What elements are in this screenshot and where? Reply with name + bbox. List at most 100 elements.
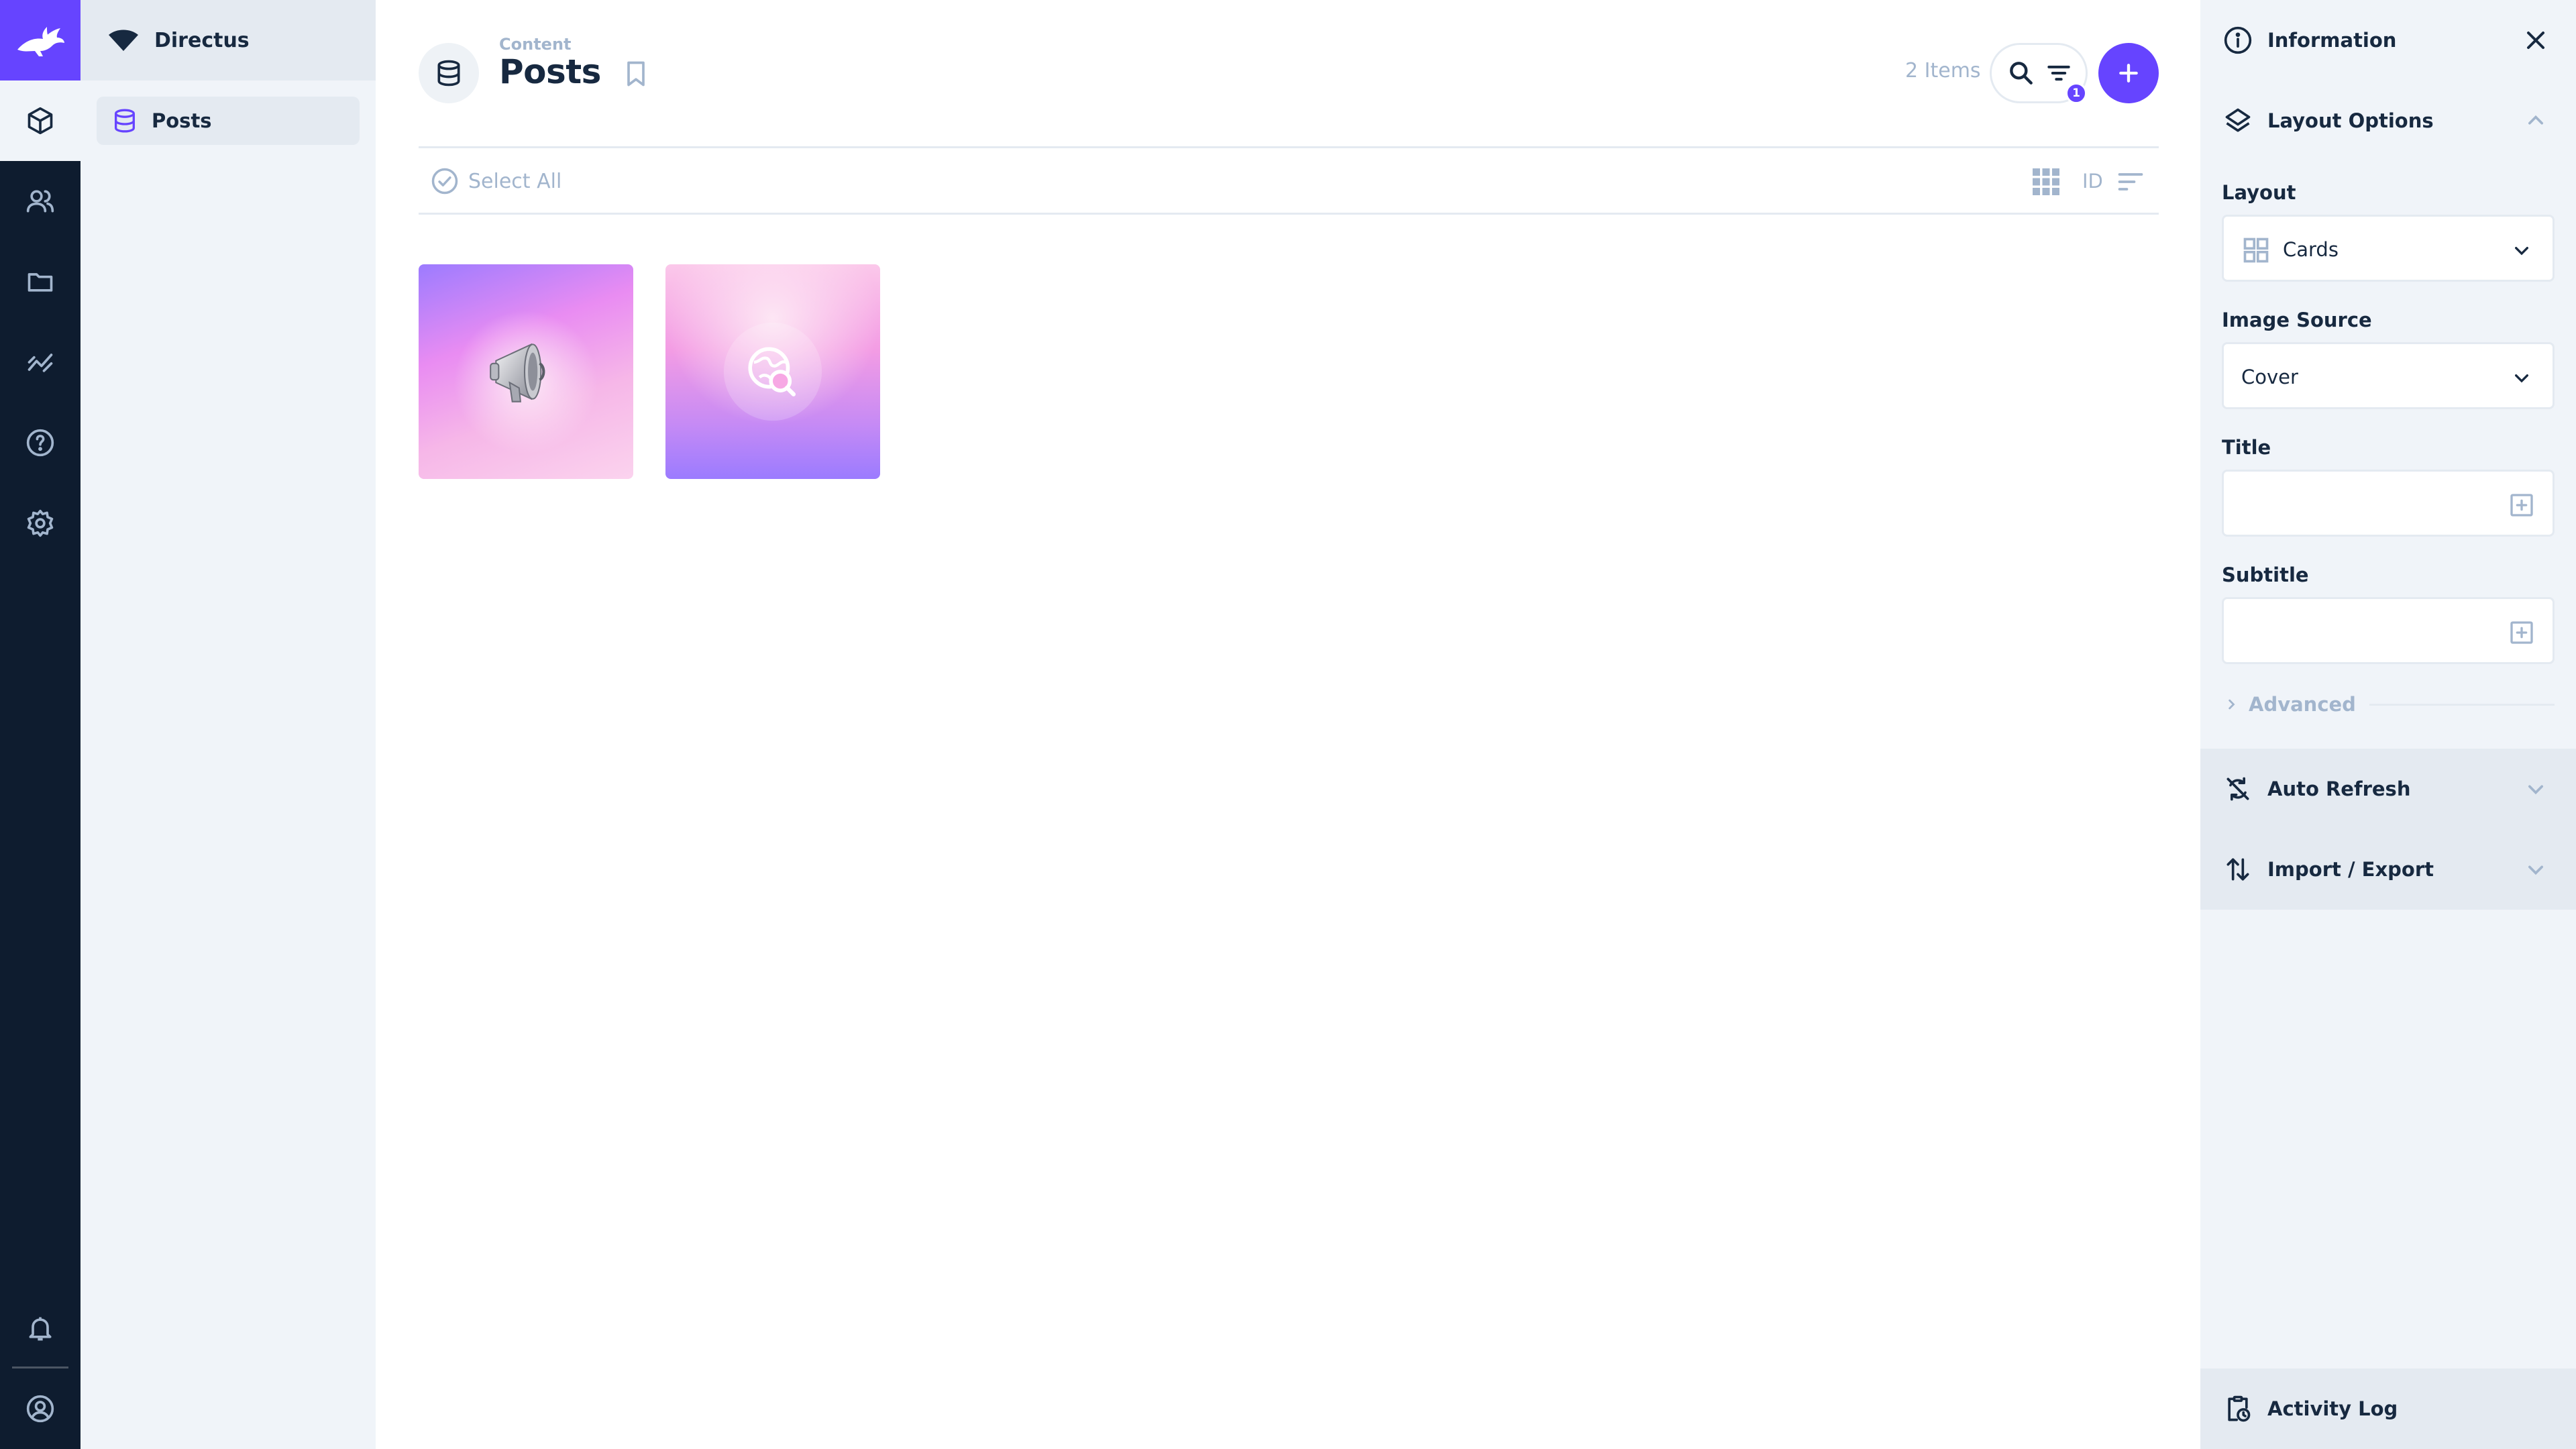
sidebar-layout-options-label: Layout Options xyxy=(2267,109,2434,132)
sidebar-import-export[interactable]: Import / Export xyxy=(2200,829,2576,910)
title-label: Title xyxy=(2222,436,2271,459)
sort-icon xyxy=(2118,173,2143,191)
breadcrumb[interactable]: Content xyxy=(499,35,572,54)
user-account-icon xyxy=(26,1395,54,1423)
insights-icon xyxy=(28,354,53,372)
cards-layout-icon xyxy=(2243,237,2269,263)
module-content[interactable] xyxy=(0,80,80,161)
card-image xyxy=(419,264,633,479)
module-bar xyxy=(0,0,80,1449)
add-field-icon[interactable] xyxy=(2508,492,2535,519)
collapse-button[interactable] xyxy=(2521,106,2551,136)
module-settings[interactable] xyxy=(0,483,80,564)
activity-log-icon xyxy=(2228,1395,2251,1422)
sidebar-auto-refresh[interactable]: Auto Refresh xyxy=(2200,749,2576,829)
close-sidebar-button[interactable] xyxy=(2521,25,2551,55)
sort-direction-button[interactable] xyxy=(2116,167,2145,197)
chevron-right-icon xyxy=(2229,699,2235,710)
item-card[interactable] xyxy=(419,264,633,479)
add-field-icon[interactable] xyxy=(2508,619,2535,646)
module-users[interactable] xyxy=(0,161,80,241)
chevron-down-icon xyxy=(2515,247,2528,256)
database-icon xyxy=(115,109,135,133)
rabbit-logo-icon xyxy=(17,27,64,56)
nav-item-label: Posts xyxy=(152,109,212,132)
filter-icon xyxy=(2047,65,2070,81)
advanced-divider xyxy=(2369,703,2555,706)
search-icon xyxy=(2010,62,2033,85)
image-source-select[interactable]: Cover xyxy=(2222,342,2555,409)
filter-count-badge: 1 xyxy=(2065,83,2087,104)
content-icon xyxy=(28,107,53,135)
cards-toolbar: Select All ID xyxy=(419,146,2159,215)
advanced-label: Advanced xyxy=(2249,693,2356,716)
layout-value: Cards xyxy=(2283,238,2339,261)
item-count: 2 Items xyxy=(1905,59,1981,83)
create-item-button[interactable] xyxy=(2098,43,2159,103)
directus-logo[interactable] xyxy=(0,0,80,80)
check-circle-icon xyxy=(431,168,458,195)
database-icon xyxy=(437,60,460,87)
module-files[interactable] xyxy=(0,241,80,322)
sidebar-activity-log-label: Activity Log xyxy=(2267,1397,2398,1420)
chevron-down-icon xyxy=(2528,865,2543,875)
layout-options-panel: Layout Cards Image Source Cover Title Su… xyxy=(2200,161,2576,749)
title-template-input[interactable] xyxy=(2222,470,2555,537)
page-title: Posts xyxy=(499,52,601,91)
project-name: Directus xyxy=(154,28,250,52)
subtitle-label: Subtitle xyxy=(2222,564,2309,586)
grid-icon xyxy=(2033,168,2059,195)
notifications-icon xyxy=(29,1317,52,1341)
search-filter-pill: 1 xyxy=(1990,43,2088,104)
filter-button[interactable] xyxy=(2044,58,2074,88)
bookmark-button[interactable] xyxy=(621,59,651,89)
layers-icon xyxy=(2225,108,2251,132)
close-icon xyxy=(2526,31,2545,50)
sidebar-auto-refresh-label: Auto Refresh xyxy=(2267,777,2411,800)
navigation-pane: Directus Posts xyxy=(80,0,376,1449)
plus-icon xyxy=(2119,64,2138,83)
expand-button[interactable] xyxy=(2521,855,2551,884)
card-size-button[interactable] xyxy=(2030,166,2062,198)
project-header[interactable]: Directus xyxy=(80,0,376,80)
advanced-toggle[interactable]: Advanced xyxy=(2222,691,2555,718)
expand-button[interactable] xyxy=(2521,774,2551,804)
subtitle-template-input[interactable] xyxy=(2222,597,2555,664)
notifications-button[interactable] xyxy=(0,1288,80,1368)
image-source-label: Image Source xyxy=(2222,309,2372,331)
layout-select[interactable]: Cards xyxy=(2222,215,2555,282)
wifi-icon xyxy=(109,30,138,51)
megaphone-icon xyxy=(490,343,545,402)
nav-item-posts[interactable]: Posts xyxy=(97,97,360,145)
search-button[interactable] xyxy=(2006,58,2036,88)
user-account-button[interactable] xyxy=(0,1368,80,1449)
collection-icon-button[interactable] xyxy=(419,43,479,103)
users-icon xyxy=(26,190,54,213)
module-insights[interactable] xyxy=(0,322,80,402)
sync-disabled-icon xyxy=(2226,777,2249,801)
help-icon xyxy=(26,429,54,457)
chevron-down-icon xyxy=(2528,785,2543,795)
sidebar-information[interactable]: Information xyxy=(2200,0,2576,80)
layout-label: Layout xyxy=(2222,181,2296,204)
info-icon xyxy=(2224,26,2252,54)
select-all-button[interactable]: Select All xyxy=(431,167,561,195)
import-export-icon xyxy=(2226,858,2249,881)
sidebar-information-label: Information xyxy=(2267,29,2397,52)
globe-search-icon xyxy=(723,322,822,421)
sidebar: Information Layout Options Layout Cards xyxy=(2200,0,2576,1449)
sidebar-layout-options[interactable]: Layout Options xyxy=(2200,80,2576,161)
module-help[interactable] xyxy=(0,402,80,483)
item-card[interactable] xyxy=(665,264,880,479)
bookmark-icon xyxy=(627,61,645,87)
files-icon xyxy=(28,273,53,292)
chevron-down-icon xyxy=(2515,374,2528,383)
sidebar-activity-log[interactable]: Activity Log xyxy=(2200,1368,2576,1449)
sidebar-import-export-label: Import / Export xyxy=(2267,858,2434,881)
select-all-label: Select All xyxy=(468,169,562,193)
chevron-up-icon xyxy=(2528,115,2543,125)
settings-icon xyxy=(27,509,54,537)
sort-field-select[interactable]: ID xyxy=(2082,170,2103,193)
card-image xyxy=(665,264,880,479)
image-source-value: Cover xyxy=(2241,366,2298,388)
